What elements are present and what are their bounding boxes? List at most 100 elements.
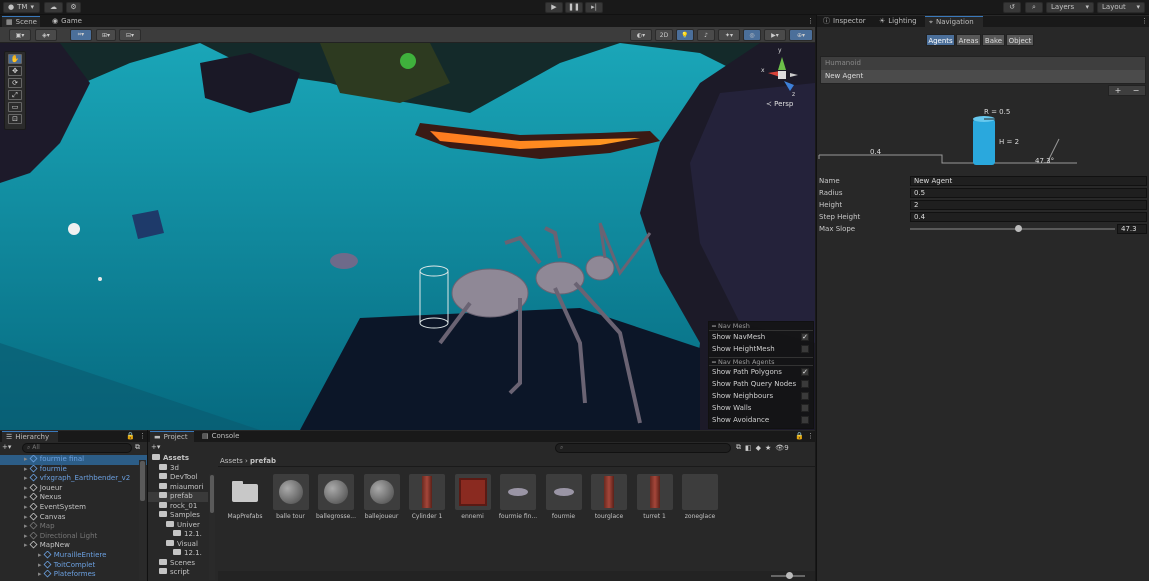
overlay-toggle[interactable]: Show NavMesh ✓ (709, 331, 813, 343)
move-tool-icon[interactable]: ✥ (8, 66, 22, 76)
folder-tree-item[interactable]: prefab (148, 492, 208, 502)
breadcrumb-item[interactable]: prefab (250, 457, 276, 465)
shading-dropdown[interactable]: ◐▾ (630, 29, 652, 41)
projection-toggle[interactable]: ≺ Persp (766, 100, 793, 108)
asset-item[interactable]: ballegrosse... (316, 474, 356, 520)
more-options-icon[interactable]: ⋮ (135, 431, 146, 442)
folder-tree-item[interactable]: script (148, 568, 208, 578)
add-agent-button[interactable]: + (1115, 86, 1122, 95)
tab-hierarchy[interactable]: ☰ Hierarchy (2, 431, 58, 442)
object-button[interactable]: Object (1006, 34, 1034, 46)
name-field[interactable]: New Agent (910, 176, 1147, 186)
checkbox[interactable] (801, 404, 809, 412)
tab-project[interactable]: ▬ Project (150, 431, 194, 442)
checkbox[interactable] (801, 392, 809, 400)
search-icon[interactable]: ⌕ (1025, 2, 1043, 13)
play-button[interactable]: ▶ (545, 2, 563, 13)
tab-navigation[interactable]: ⌖ Navigation (925, 16, 983, 27)
checkbox[interactable]: ✓ (801, 333, 809, 341)
height-field[interactable]: 2 (910, 200, 1147, 210)
hierarchy-item[interactable]: ▸ Map (0, 522, 147, 532)
view-gizmo[interactable]: y x z (760, 47, 805, 101)
hand-tool-icon[interactable]: ✋ (8, 54, 22, 64)
layout-dropdown[interactable]: Layout ▾ (1097, 2, 1145, 13)
folder-tree-item[interactable]: rock_01 (148, 501, 208, 512)
more-options-icon[interactable]: ⋮ (1137, 16, 1148, 27)
tab-inspector[interactable]: ⓘ Inspector (819, 16, 871, 27)
effects-dropdown[interactable]: ✦▾ (718, 29, 740, 41)
asset-item[interactable]: tourglace (589, 474, 629, 520)
draw-mode-dropdown[interactable]: ▣▾ (9, 29, 31, 41)
max-slope-slider-thumb[interactable] (1014, 225, 1022, 232)
max-slope-slider-track[interactable] (910, 228, 1115, 230)
bake-button[interactable]: Bake (982, 34, 1005, 46)
folder-tree-item[interactable]: Univer (148, 520, 208, 531)
create-button[interactable]: +▾ (151, 443, 167, 453)
lighting-toggle-icon[interactable]: 💡 (676, 29, 694, 41)
2d-toggle[interactable]: 2D (655, 29, 673, 41)
asset-item[interactable]: ennemi (453, 474, 493, 520)
asset-item[interactable]: MapPrefabs (225, 474, 265, 520)
overlay-toggle[interactable]: Show HeightMesh (709, 343, 813, 355)
hierarchy-item[interactable]: ▸ Directional Light (0, 531, 147, 542)
overlay-toggle[interactable]: Show Walls (709, 402, 813, 414)
account-dropdown[interactable]: ● TM ▾ (3, 2, 40, 13)
expand-arrow-icon[interactable]: ▸ (24, 503, 30, 511)
folder-tree-item[interactable]: 12.1. (148, 530, 208, 540)
hierarchy-item[interactable]: ▸ MapNew (0, 541, 147, 551)
folder-tree-item[interactable]: Assets (148, 454, 208, 464)
scrollbar[interactable] (139, 460, 146, 580)
pause-button[interactable]: ❚❚ (565, 2, 583, 13)
scrollbar-thumb[interactable] (140, 461, 145, 501)
folder-tree-item[interactable]: miaumori (148, 482, 208, 493)
history-icon[interactable]: ↺ (1003, 2, 1021, 13)
hidden-packages-icon[interactable]: 👁9 (775, 444, 788, 452)
visibility-toggle-icon[interactable]: ◎ (743, 29, 761, 41)
asset-item[interactable]: fourmie fin... (498, 474, 538, 520)
project-search-input[interactable]: ⌕ (555, 443, 731, 453)
asset-item[interactable]: Cylinder 1 (407, 474, 447, 520)
pivot-dropdown[interactable]: ⌗▾ (70, 29, 92, 41)
folder-tree-item[interactable]: 3d (148, 463, 208, 474)
hierarchy-item[interactable]: ▸ vfxgraph_Earthbender_v2 (0, 474, 147, 484)
expand-arrow-icon[interactable]: ▸ (24, 522, 30, 530)
hierarchy-item[interactable]: ▸ fourmie (0, 464, 147, 475)
search-by-type-icon[interactable]: ⧉ (736, 443, 741, 452)
scale-tool-icon[interactable]: ⤢ (8, 90, 22, 100)
checkbox[interactable]: ✓ (801, 368, 809, 376)
overlay-toggle[interactable]: Show Neighbours (709, 390, 813, 402)
search-by-label-icon[interactable]: ◧ (745, 444, 752, 452)
hierarchy-search-input[interactable]: ⌕ All (22, 443, 132, 453)
folder-tree-item[interactable]: DevTool (148, 473, 208, 483)
rotate-tool-icon[interactable]: ⟳ (8, 78, 22, 88)
folder-tree-item[interactable]: Samples (148, 511, 208, 521)
remove-agent-button[interactable]: − (1133, 86, 1140, 95)
asset-item[interactable]: ballejoueur (362, 474, 402, 520)
hierarchy-item[interactable]: ▸ ToitComplet (0, 560, 147, 571)
grid-snap-dropdown[interactable]: ⊞▾ (96, 29, 116, 41)
asset-item[interactable]: turret 1 (635, 474, 675, 520)
tab-console[interactable]: ▤ Console (198, 431, 244, 442)
hierarchy-item[interactable]: ▸ Plateformes (0, 570, 147, 580)
expand-arrow-icon[interactable]: ▸ (24, 455, 30, 463)
expand-arrow-icon[interactable]: ▸ (24, 493, 30, 501)
layers-dropdown[interactable]: Layers ▾ (1046, 2, 1094, 13)
hierarchy-item[interactable]: ▸ Nexus (0, 493, 147, 503)
folder-tree-item[interactable]: Visual (148, 539, 208, 550)
scrollbar-thumb[interactable] (210, 475, 214, 513)
filter-icon[interactable]: ⧉ (135, 443, 145, 453)
camera-dropdown[interactable]: ▶▾ (764, 29, 786, 41)
expand-arrow-icon[interactable]: ▸ (24, 541, 30, 549)
list-item[interactable]: New Agent (821, 70, 1145, 83)
tab-game[interactable]: ◉ Game (48, 16, 86, 27)
overlay-toggle[interactable]: Show Path Polygons ✓ (709, 366, 813, 378)
increment-snap-dropdown[interactable]: ⊟▾ (119, 29, 141, 41)
transform-tool-icon[interactable]: ⊡ (8, 114, 22, 124)
agents-button[interactable]: Agents (926, 34, 955, 46)
zoom-slider-thumb[interactable] (786, 572, 793, 579)
asset-item[interactable]: zoneglace (680, 474, 720, 520)
overlay-toggle[interactable]: Show Avoidance (709, 414, 813, 426)
folder-tree-item[interactable]: 12.1. (148, 549, 208, 559)
hierarchy-item[interactable]: ▸ EventSystem (0, 503, 147, 513)
hierarchy-item[interactable]: ▸ fourmie final (0, 455, 147, 465)
